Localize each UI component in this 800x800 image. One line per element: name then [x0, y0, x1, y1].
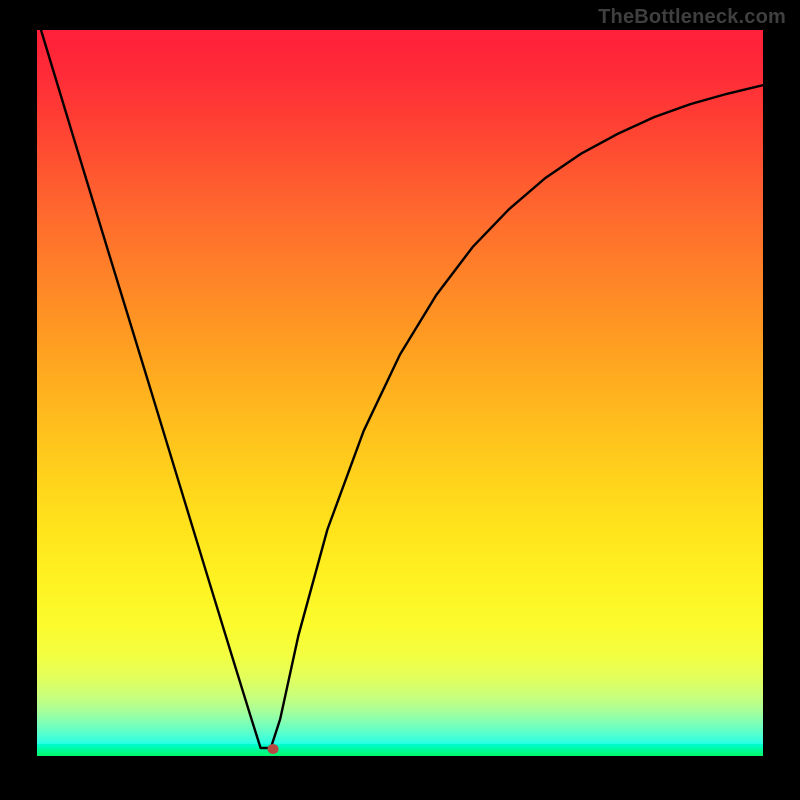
watermark-text: TheBottleneck.com [598, 6, 786, 29]
chart-frame: TheBottleneck.com [0, 0, 800, 800]
minimum-marker [267, 744, 278, 754]
plot-area [37, 30, 763, 756]
bottleneck-curve [37, 30, 763, 756]
